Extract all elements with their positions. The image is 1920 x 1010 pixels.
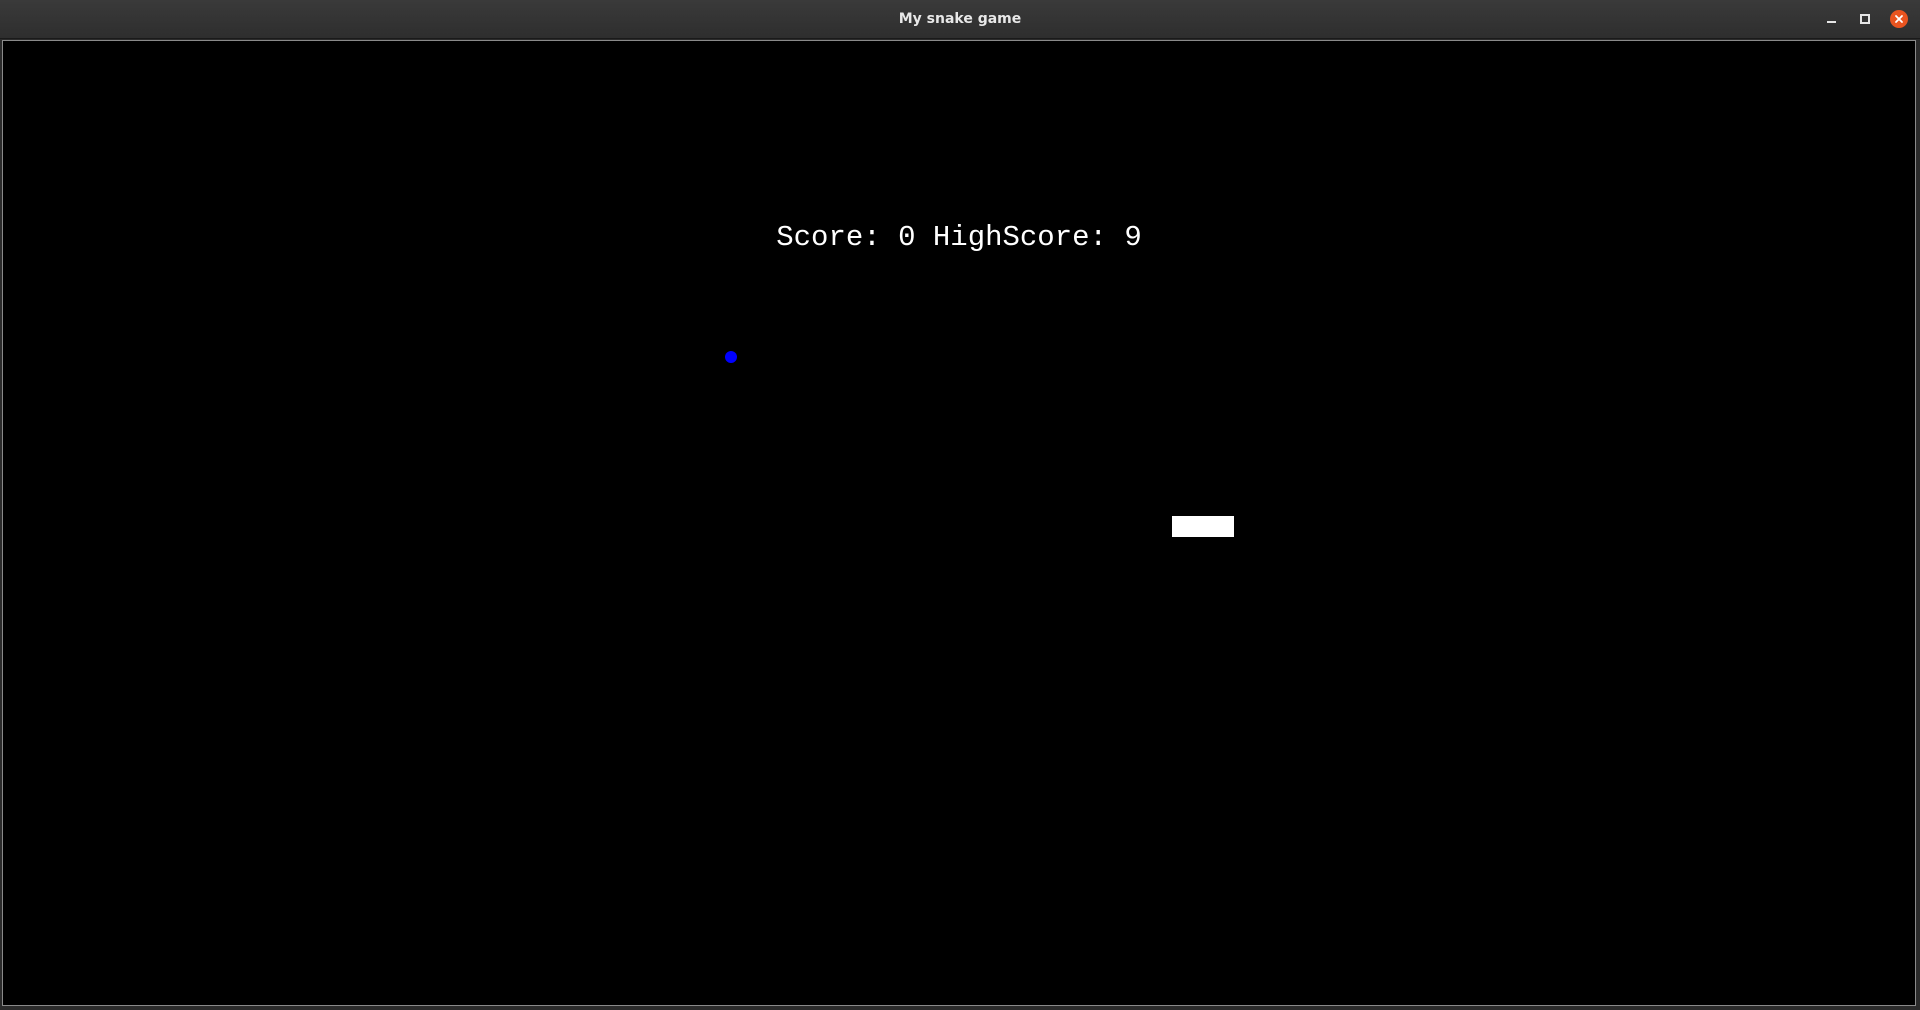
game-canvas[interactable]: Score: 0 HighScore: 9 <box>3 41 1915 1005</box>
maximize-button[interactable] <box>1854 8 1876 30</box>
score-label: Score: <box>776 221 881 254</box>
window-title: My snake game <box>898 11 1022 27</box>
close-button[interactable] <box>1888 8 1910 30</box>
food-pellet <box>725 351 737 363</box>
game-canvas-frame: Score: 0 HighScore: 9 <box>2 40 1916 1006</box>
snake-head <box>1172 516 1234 537</box>
title-bar[interactable]: My snake game <box>0 0 1920 39</box>
scoreboard: Score: 0 HighScore: 9 <box>3 221 1915 254</box>
close-icon <box>1890 10 1908 28</box>
highscore-label: HighScore: <box>932 221 1107 254</box>
score-value: 0 <box>898 221 916 254</box>
app-window: My snake game Score: 0 HighScore: 9 <box>0 0 1920 1010</box>
highscore-value: 9 <box>1124 221 1142 254</box>
maximize-icon <box>1860 14 1870 24</box>
minimize-button[interactable] <box>1820 8 1842 30</box>
window-controls <box>1820 8 1910 30</box>
minimize-icon <box>1826 21 1836 23</box>
